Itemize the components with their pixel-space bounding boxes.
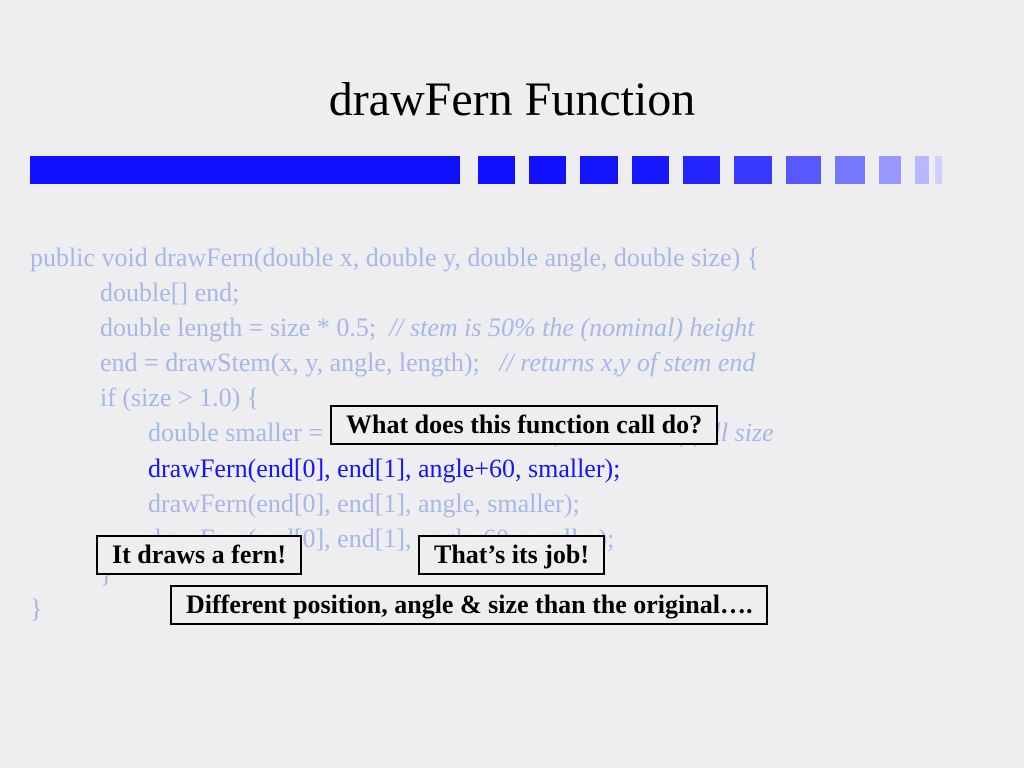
slide-title: drawFern Function [0, 72, 1024, 127]
code-line: double length = size * 0.5; // stem is 5… [30, 310, 774, 345]
code-line: end = drawStem(x, y, angle, length); // … [30, 345, 774, 380]
divider-square [529, 156, 566, 184]
divider-square [786, 156, 821, 184]
code-line: drawFern(end[0], end[1], angle, smaller)… [30, 486, 774, 521]
divider-long [30, 156, 460, 184]
divider-square [632, 156, 669, 184]
divider-bar [30, 156, 948, 184]
divider-square [935, 156, 942, 184]
divider-square [478, 156, 515, 184]
callout-answer-2: That’s its job! [418, 535, 605, 575]
callout-question: What does this function call do? [330, 405, 718, 445]
code-line-highlight: drawFern(end[0], end[1], angle+60, small… [30, 451, 774, 486]
divider-square [835, 156, 865, 184]
divider-square [734, 156, 771, 184]
callout-answer-1: It draws a fern! [96, 535, 302, 575]
callout-note: Different position, angle & size than th… [170, 585, 768, 625]
divider-square [580, 156, 617, 184]
divider-square [879, 156, 901, 184]
divider-square [915, 156, 928, 184]
code-line: public void drawFern(double x, double y,… [30, 240, 774, 275]
code-line: double[] end; [30, 275, 774, 310]
divider-square [683, 156, 720, 184]
